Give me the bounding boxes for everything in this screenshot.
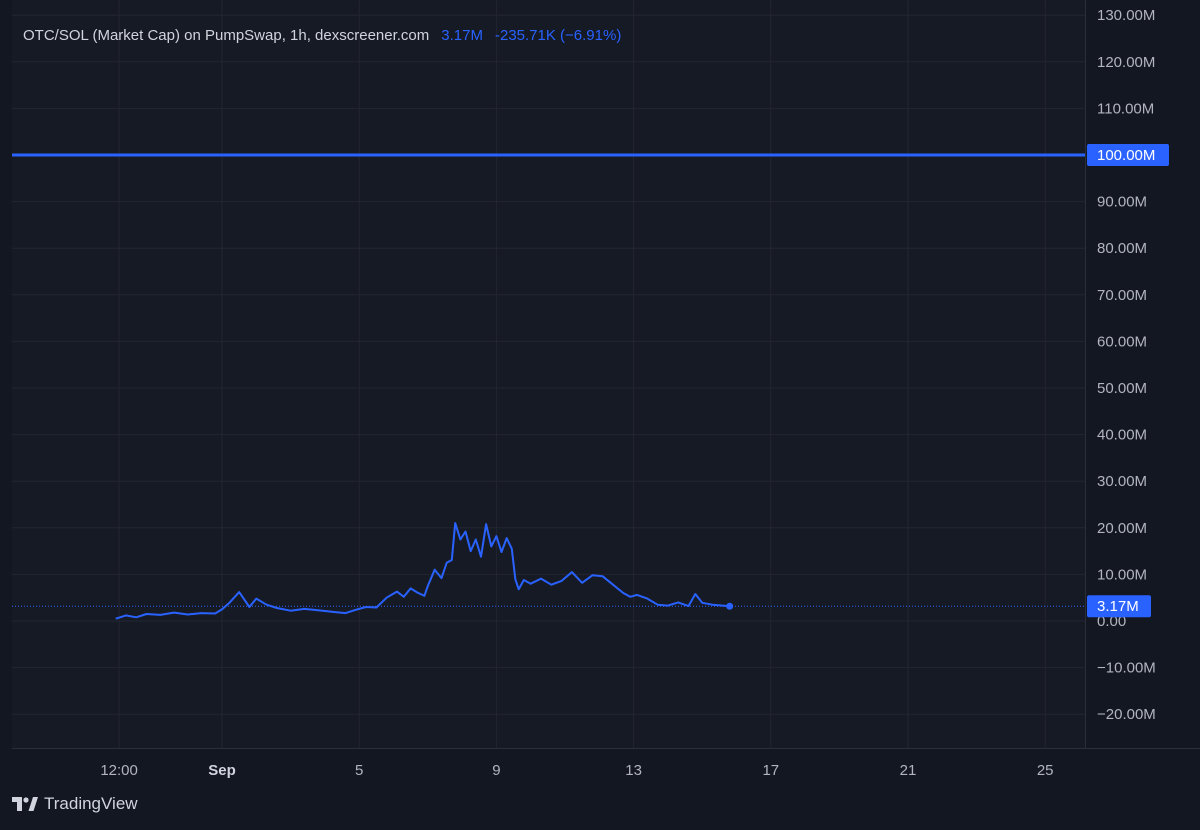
x-tick-label: 17 [762,762,779,779]
chart-frame: −20.00M −10.00M 0.00 10.00M 20.00M 30.00M 40.0… [0,0,1200,830]
tradingview-attribution[interactable]: TradingView [12,794,138,814]
level-price-label: 100.00M [1097,147,1155,164]
y-tick-label: 30.00M [1097,473,1147,490]
y-tick-label: 110.00M [1097,100,1154,117]
x-tick-label: 25 [1037,762,1054,779]
chart-svg: −20.00M−10.00M0.0010.00M20.00M30.00M40.0… [12,0,1200,779]
last-point-marker [726,602,734,610]
chart-header: OTC/SOL (Market Cap) on PumpSwap, 1h, de… [23,27,621,44]
y-tick-label: 20.00M [1097,520,1147,537]
y-tick-label: 130.00M [1097,7,1155,24]
y-tick-label: 70.00M [1097,287,1147,304]
y-tick-label: 120.00M [1097,54,1155,71]
change-value: -235.71K (−6.91%) [494,27,622,44]
y-tick-label: −20.00M [1097,706,1156,723]
market-cap-series-line [115,522,730,620]
y-tick-label: 40.00M [1097,427,1147,444]
x-tick-label: 9 [492,762,500,779]
last-value: 3.17M [441,27,483,44]
last-price-label: 3.17M [1097,598,1139,615]
tradingview-label: TradingView [44,794,138,813]
x-tick-label: 21 [900,762,917,779]
y-tick-label: 10.00M [1097,566,1147,583]
y-tick-label: 90.00M [1097,194,1147,211]
chart-title: OTC/SOL (Market Cap) on PumpSwap, 1h, de… [23,27,430,44]
x-tick-label: 13 [625,762,642,779]
y-tick-label: 80.00M [1097,240,1147,257]
y-tick-label: 60.00M [1097,333,1147,350]
y-tick-label: 50.00M [1097,380,1147,397]
x-tick-label: 12:00 [100,762,138,779]
x-tick-label: 5 [355,762,363,779]
x-tick-label: Sep [208,762,236,779]
y-tick-label: −10.00M [1097,660,1156,677]
tradingview-logo-icon [12,797,38,811]
